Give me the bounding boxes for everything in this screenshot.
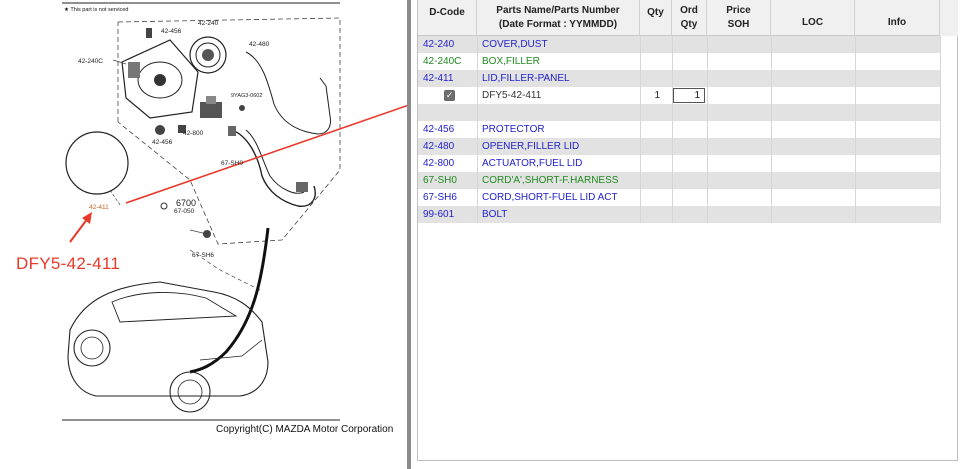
parts-table: D-Code Parts Name/Parts Number (Date For… <box>417 0 958 461</box>
order-qty-input[interactable] <box>673 88 705 103</box>
table-row[interactable]: 42-456 PROTECTOR <box>418 121 940 138</box>
label-42-240: 42-240 <box>198 20 219 27</box>
dcode-cell[interactable]: 67-SH0 <box>423 172 457 189</box>
dcode-cell[interactable]: 42-240 <box>423 36 454 53</box>
dcode-cell[interactable]: 42-456 <box>423 121 454 138</box>
diagram-note: ★ This part is not serviced <box>64 7 129 13</box>
select-checkbox[interactable]: ✓ <box>444 90 455 101</box>
table-row-part-number[interactable]: ✓ DFY5-42-411 1 <box>418 87 940 104</box>
table-row[interactable]: 67-SH0 CORD'A',SHORT-F.HARNESS <box>418 172 940 189</box>
part-name-cell[interactable]: PROTECTOR <box>482 121 545 138</box>
column-divider <box>940 36 941 223</box>
col-header-dcode-label: D-Code <box>429 7 465 18</box>
col-header-ord-qty[interactable]: Ord Qty <box>672 0 707 36</box>
part-name-cell[interactable]: ACTUATOR,FUEL LID <box>482 155 582 172</box>
col-header-loc[interactable]: LOC <box>771 0 855 36</box>
column-divider <box>707 36 708 223</box>
col-header-parts-name-line2: (Date Format : YYMMDD) <box>498 19 618 30</box>
table-row[interactable]: 42-240 COVER,DUST <box>418 36 940 53</box>
col-header-qty-label: Qty <box>647 7 664 18</box>
col-header-ord-qty-line1: Ord <box>680 5 698 16</box>
col-header-dcode[interactable]: D-Code <box>418 0 477 36</box>
table-body: 42-240 COVER,DUST 42-240C BOX,FILLER 42-… <box>418 36 940 223</box>
label-42-480: 42-480 <box>249 41 270 48</box>
part-number-callout: DFY5-42-411 <box>16 254 121 273</box>
part-name-cell[interactable]: CORD'A',SHORT-F.HARNESS <box>482 172 618 189</box>
col-header-price-soh[interactable]: Price SOH <box>707 0 771 36</box>
screen: ★ This part is not serviced 42-240 42-45… <box>0 0 960 469</box>
label-42-456-top: 42-456 <box>161 28 182 35</box>
dcode-cell[interactable]: 99-601 <box>423 206 454 223</box>
diagram-drawing <box>62 2 408 421</box>
table-row[interactable]: 42-480 OPENER,FILLER LID <box>418 138 940 155</box>
col-header-parts-name[interactable]: Parts Name/Parts Number (Date Format : Y… <box>477 0 640 36</box>
dcode-cell[interactable]: 67-SH6 <box>423 189 457 206</box>
label-67-sh6: 67-SH6 <box>192 252 215 259</box>
part-name-cell[interactable]: BOX,FILLER <box>482 53 540 70</box>
column-divider <box>855 36 856 223</box>
column-divider <box>672 36 673 223</box>
copyright-text: Copyright(C) MAZDA Motor Corporation <box>216 424 394 435</box>
col-header-ord-qty-line2: Qty <box>680 19 698 30</box>
label-67-050: 67-050 <box>174 208 195 215</box>
label-42-456-bottom: 42-456 <box>152 139 173 146</box>
label-42-240c: 42-240C <box>78 58 103 65</box>
col-header-loc-label: LOC <box>801 17 824 28</box>
col-header-info-label: Info <box>887 17 907 28</box>
table-row[interactable]: 99-601 BOLT <box>418 206 940 223</box>
col-header-qty[interactable]: Qty <box>640 0 672 36</box>
table-row[interactable]: 42-411 LID,FILLER-PANEL <box>418 70 940 87</box>
col-header-info[interactable]: Info <box>855 0 940 36</box>
dcode-cell[interactable]: 42-480 <box>423 138 454 155</box>
table-row[interactable]: 67-SH6 CORD,SHORT-FUEL LID ACT <box>418 189 940 206</box>
part-name-cell[interactable]: OPENER,FILLER LID <box>482 138 579 155</box>
dcode-cell[interactable]: 42-411 <box>423 70 453 87</box>
label-42-411: 42-411 <box>89 204 109 211</box>
part-number-cell: DFY5-42-411 <box>482 90 542 101</box>
column-divider <box>771 36 772 223</box>
label-9yag3: 9YAG3-0602 <box>231 93 263 99</box>
qty-cell: 1 <box>654 90 660 101</box>
part-name-cell[interactable]: COVER,DUST <box>482 36 548 53</box>
col-header-price-label: Price <box>726 5 751 16</box>
scrollbar-corner <box>940 0 958 36</box>
column-divider <box>477 36 478 223</box>
table-row-empty <box>418 104 940 121</box>
col-header-parts-name-line1: Parts Name/Parts Number <box>496 5 620 16</box>
part-name-cell[interactable]: LID,FILLER-PANEL <box>482 70 570 87</box>
label-6700: 6700 <box>176 198 197 208</box>
column-divider <box>640 36 641 223</box>
dcode-cell[interactable]: 42-800 <box>423 155 454 172</box>
label-42-800: 42-800 <box>183 130 204 137</box>
label-67-sh0: 67-SH0 <box>221 160 244 167</box>
table-row[interactable]: 42-800 ACTUATOR,FUEL LID <box>418 155 940 172</box>
panel-divider[interactable] <box>407 0 411 469</box>
part-name-cell[interactable]: BOLT <box>482 206 507 223</box>
table-row[interactable]: 42-240C BOX,FILLER <box>418 53 940 70</box>
part-name-cell[interactable]: CORD,SHORT-FUEL LID ACT <box>482 189 618 206</box>
col-header-soh-label: SOH <box>727 19 750 30</box>
dcode-cell[interactable]: 42-240C <box>423 53 461 70</box>
table-header: D-Code Parts Name/Parts Number (Date For… <box>418 0 958 36</box>
parts-diagram: ★ This part is not serviced 42-240 42-45… <box>0 0 408 469</box>
